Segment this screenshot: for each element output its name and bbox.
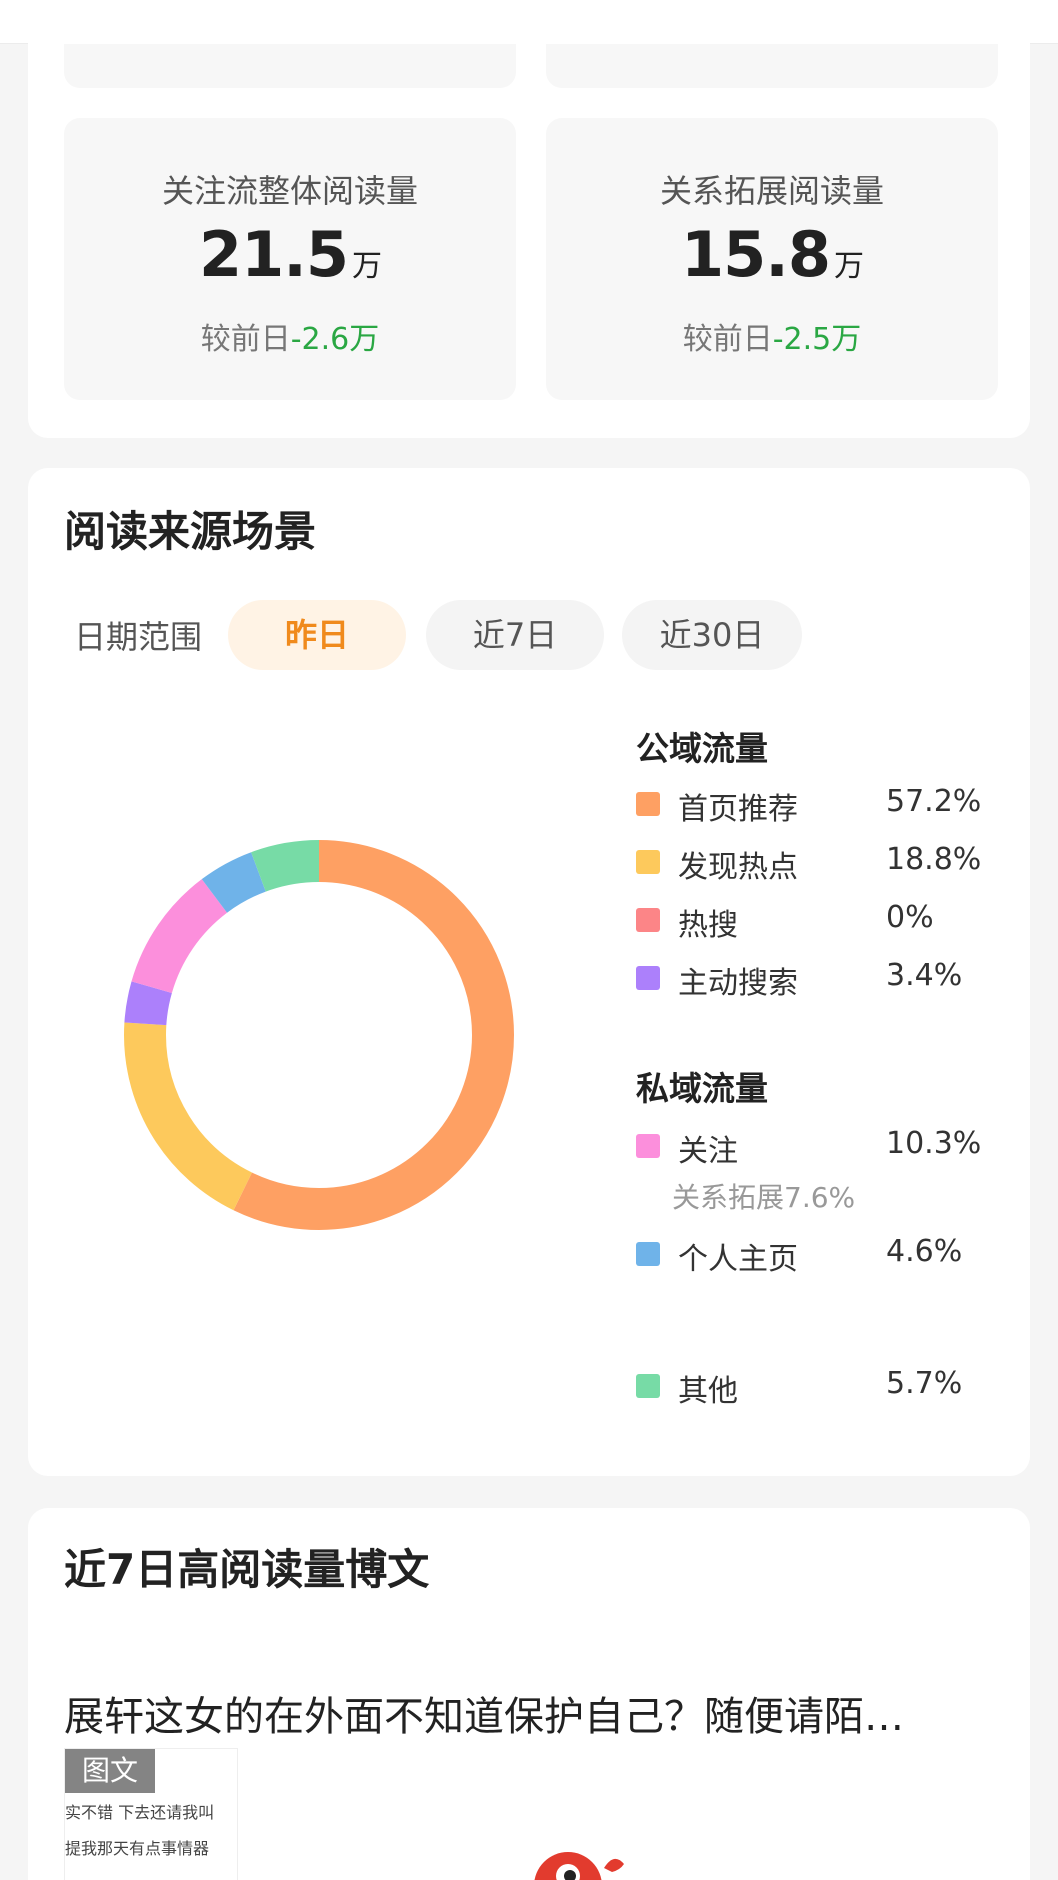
weibo-mascot-icon [534, 1852, 624, 1880]
stat-tile-above-right [546, 44, 998, 88]
legend-item-hot-search: 热搜 0% [636, 900, 1016, 943]
legend-item-other: 其他 5.7% [636, 1366, 1016, 1409]
legend-swatch [636, 966, 660, 990]
legend-swatch [636, 792, 660, 816]
stat-delta: 较前日-2.6万 [200, 322, 380, 357]
range-yesterday-button[interactable]: 昨日 [228, 600, 406, 670]
stat-label: 关系拓展阅读量 [659, 172, 884, 210]
stat-label: 关注流整体阅读量 [161, 172, 418, 210]
legend-swatch [636, 1374, 660, 1398]
legend-swatch [636, 1134, 660, 1158]
stat-relation-expansion-reads[interactable]: 关系拓展阅读量 15.8 万 较前日-2.5万 [546, 118, 998, 400]
thumb-text-line: 实不错 下去还请我叫 [65, 1803, 215, 1822]
post-type-badge: 图文 [65, 1749, 155, 1793]
stats-card: 关注流整体阅读量 21.5 万 较前日-2.6万 关系拓展阅读量 15.8 万 较前… [28, 0, 1030, 438]
legend-subitem-relation-expansion: 关系拓展7.6% [672, 1181, 856, 1214]
legend-item-active-search: 主动搜索 3.4% [636, 958, 1016, 1001]
top-posts-card: 近7日高阅读量博文 展轩这女的在外面不知道保护自己？随便请陌… 实不错 下去还请… [28, 1508, 1030, 1880]
thumb-text-line: 提我那天有点事情器 [65, 1839, 210, 1858]
legend-swatch [636, 1242, 660, 1266]
legend-item-profile: 个人主页 4.6% [636, 1234, 1016, 1277]
private-traffic-title: 私域流量 [636, 1069, 768, 1108]
stat-value: 21.5 万 [199, 218, 382, 291]
public-traffic-title: 公域流量 [636, 729, 768, 768]
post-thumbnail[interactable]: 实不错 下去还请我叫 提我那天有点事情器 图文 [64, 1748, 238, 1880]
range-30days-button[interactable]: 近30日 [622, 600, 802, 670]
legend-item-homepage: 首页推荐 57.2% [636, 784, 1016, 827]
legend-swatch [636, 850, 660, 874]
stat-tile-above-left [64, 44, 516, 88]
stat-value: 15.8 万 [681, 218, 864, 291]
section-title: 近7日高阅读量博文 [64, 1545, 430, 1594]
legend-item-discover: 发现热点 18.8% [636, 842, 1016, 885]
legend-item-follow: 关注 10.3% [636, 1126, 1016, 1169]
date-range-label: 日期范围 [74, 618, 203, 656]
range-7days-button[interactable]: 近7日 [426, 600, 604, 670]
section-title: 阅读来源场景 [64, 507, 317, 556]
legend-swatch [636, 908, 660, 932]
reading-source-card: 阅读来源场景 日期范围 昨日 近7日 近30日 公域流量 首页推荐 57.2% … [28, 468, 1030, 1476]
stat-follow-feed-reads[interactable]: 关注流整体阅读量 21.5 万 较前日-2.6万 [64, 118, 516, 400]
stat-delta: 较前日-2.5万 [682, 322, 862, 357]
post-title-link[interactable]: 展轩这女的在外面不知道保护自己？随便请陌… [64, 1684, 904, 1742]
source-donut-chart [124, 840, 514, 1230]
